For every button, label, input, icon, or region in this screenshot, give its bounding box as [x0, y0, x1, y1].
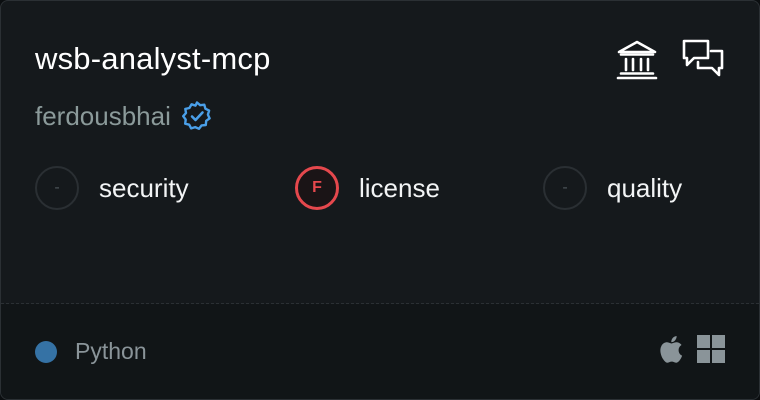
bank-icon[interactable] [615, 37, 659, 81]
chat-bubbles-icon[interactable] [681, 37, 725, 81]
language-color-dot [35, 340, 57, 363]
language-tag: Python [35, 338, 147, 365]
language-name: Python [75, 338, 147, 364]
card-footer: Python [1, 304, 759, 399]
license-grade: F [295, 166, 339, 210]
platform-icons [657, 334, 725, 364]
windows-icon [697, 335, 725, 363]
quality-grade: - [543, 166, 587, 210]
metric-security[interactable]: - security [35, 164, 189, 212]
server-title[interactable]: wsb-analyst-mcp [35, 39, 271, 79]
metric-quality[interactable]: - quality [543, 164, 682, 212]
author-name[interactable]: ferdousbhai [35, 99, 171, 133]
server-card[interactable]: wsb-analyst-mcp ferdousbhai - security F… [0, 0, 760, 400]
apple-icon [657, 334, 683, 364]
metric-license[interactable]: F license [295, 164, 440, 212]
license-label: license [359, 172, 440, 203]
security-label: security [99, 172, 189, 203]
security-grade: - [35, 166, 79, 210]
header-icons [615, 37, 725, 81]
verified-badge-icon [181, 100, 213, 132]
quality-label: quality [607, 172, 683, 203]
metrics-row: - security F license - quality [35, 164, 735, 212]
author-row: ferdousbhai [35, 99, 213, 133]
